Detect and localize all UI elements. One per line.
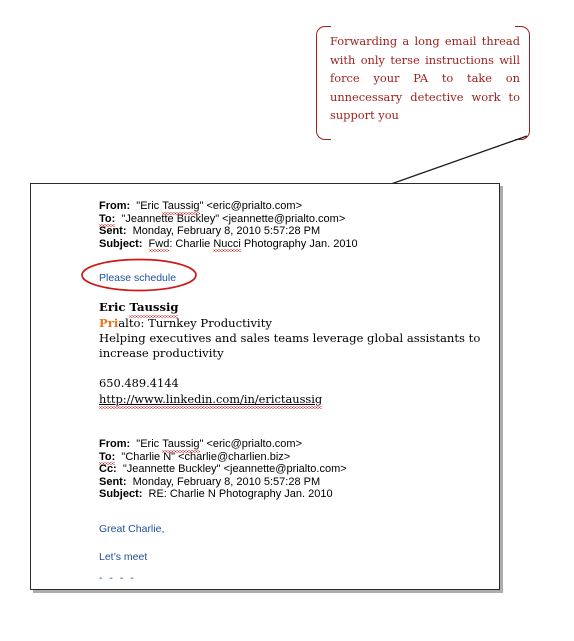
header-row-sent: Sent: Monday, February 8, 2010 5:57:28 P…	[99, 225, 489, 238]
header-value-sent: Monday, February 8, 2010 5:57:28 PM	[129, 225, 321, 238]
callout-annotation: Forwarding a long email thread with only…	[316, 26, 530, 140]
header2-value-subject: RE: Charlie N Photography Jan. 2010	[145, 488, 333, 501]
email-header-top: From: "Eric Taussig" <eric@prialto.com> …	[99, 200, 489, 252]
header2-row-subject: Subject: RE: Charlie N Photography Jan. …	[99, 488, 489, 501]
header-value-from: "Eric Taussig" <eric@prialto.com>	[133, 200, 302, 215]
signature-contact-top: 650.489.4144 http://www.linkedin.com/in/…	[99, 376, 489, 410]
signature-name: Eric Taussig	[99, 300, 179, 318]
signature-bottom: Eric Taussig Prialto: Turnkey Productivi…	[99, 587, 489, 589]
header-row-from: From: "Eric Taussig" <eric@prialto.com>	[99, 200, 489, 215]
signature-top: Eric Taussig Prialto: Turnkey Productivi…	[99, 300, 489, 361]
callout-text: Forwarding a long email thread with only…	[330, 34, 520, 123]
email-document: From: "Eric Taussig" <eric@prialto.com> …	[30, 183, 500, 590]
header-row-to: To: "Jeannette Buckley" <jeannette@prial…	[99, 212, 489, 227]
brand-tagline: : Turnkey Productivity	[140, 315, 272, 330]
header-label-from: From:	[99, 200, 131, 212]
highlight-ellipse	[81, 259, 197, 292]
header2-value-sent: Monday, February 8, 2010 5:57:28 PM	[129, 475, 321, 488]
brand-prefix: Pri	[99, 315, 119, 330]
header-label-subject: Subject:	[99, 237, 143, 250]
header2-value-from: "Eric Taussig" <eric@prialto.com>	[133, 438, 302, 453]
signature-brand: Prialto: Turnkey Productivity	[99, 316, 489, 331]
header2-label-from: From:	[99, 438, 131, 450]
signature-phone: 650.489.4144	[99, 376, 179, 391]
email-header-bottom: From: "Eric Taussig" <eric@prialto.com> …	[99, 438, 489, 501]
header2-label-to: To:	[99, 450, 116, 465]
greeting-text: Great Charlie,	[99, 522, 165, 535]
separator-dashes: - - - -	[99, 571, 136, 584]
header2-row-sent: Sent: Monday, February 8, 2010 5:57:28 P…	[99, 476, 489, 489]
header-value-subject: Fwd: Charlie Nucci Photography Jan. 2010	[148, 237, 358, 252]
signature2-name: Eric Taussig	[99, 587, 489, 589]
document-content: From: "Eric Taussig" <eric@prialto.com> …	[81, 200, 489, 589]
header-label-to: To:	[99, 212, 116, 227]
callout-left-bracket	[316, 26, 331, 140]
header2-row-cc: Cc: "Jeannette Buckley" <jeannette@prial…	[99, 463, 489, 476]
signature-linkedin-link[interactable]: http://www.linkedin.com/in/erictaussig	[99, 392, 489, 410]
signature-description: Helping executives and sales teams lever…	[99, 330, 481, 360]
header2-row-from: From: "Eric Taussig" <eric@prialto.com>	[99, 438, 489, 453]
header-row-subject: Subject: Fwd: Charlie Nucci Photography …	[99, 237, 489, 252]
header2-value-to: "Charlie N" <charlie@charlien.biz>	[118, 450, 291, 463]
header2-label-sent: Sent:	[99, 475, 127, 488]
header-value-to: "Jeannette Buckley" <jeannette@prialto.c…	[118, 212, 346, 225]
header2-label-subject: Subject:	[99, 488, 143, 501]
body-text-bottom: Let’s meet	[99, 550, 148, 563]
header2-row-to: To: "Charlie N" <charlie@charlien.biz>	[99, 450, 489, 465]
header2-value-cc: "Jeannette Buckley" <jeannette@prialto.c…	[119, 463, 347, 476]
brand-suffix: alto	[118, 315, 141, 330]
